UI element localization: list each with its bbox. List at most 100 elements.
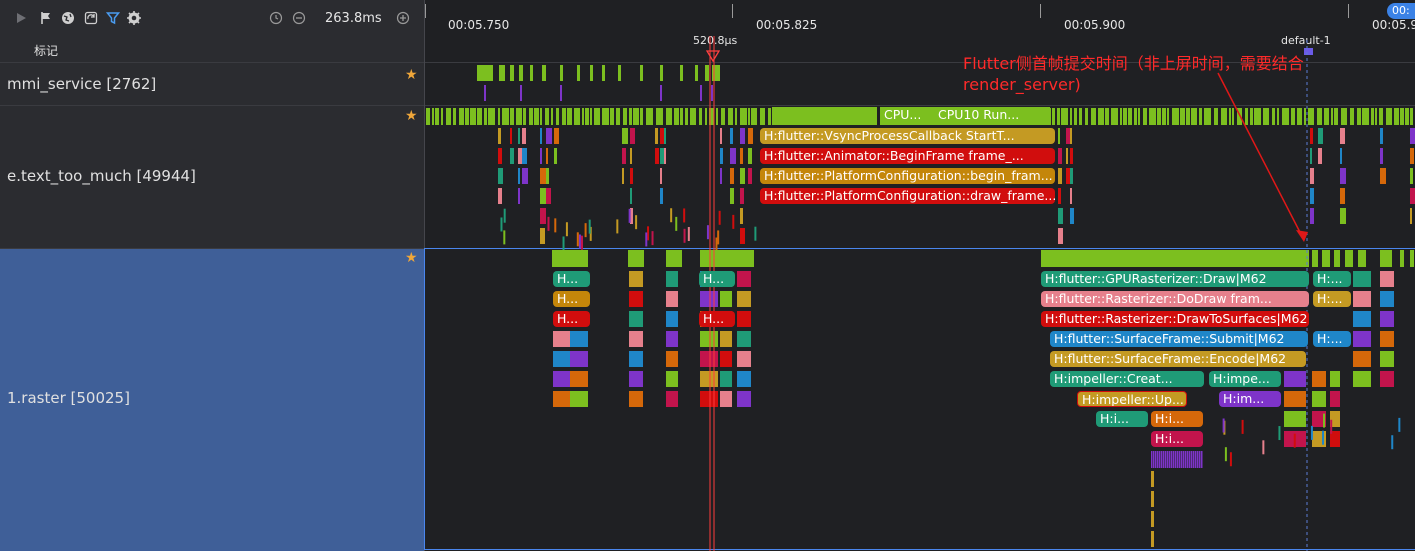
ui-mark	[683, 208, 686, 223]
ui-slice[interactable]: H:flutter::PlatformConfiguration::draw_f…	[760, 188, 1055, 204]
ui-mark	[1410, 168, 1413, 184]
raster-mark	[737, 311, 751, 327]
cpu-run-mark	[1162, 108, 1166, 125]
ui-mark	[1070, 148, 1073, 164]
raster-slice[interactable]: H...	[699, 271, 735, 287]
raster-slice[interactable]: H:flutter::Rasterizer::DrawToSurfaces|M6…	[1041, 311, 1309, 327]
cpu-run-mark	[1199, 108, 1202, 125]
raster-slice[interactable]: H:i...	[1151, 411, 1203, 427]
raster-mark	[1153, 451, 1155, 468]
cpu-run-mark	[735, 108, 737, 125]
raster-mark	[629, 331, 643, 347]
ui-mark	[660, 188, 663, 204]
raster-mark	[1193, 451, 1195, 468]
ui-mark	[748, 168, 752, 184]
raster-slice[interactable]: H:...	[1313, 331, 1351, 347]
raster-mark	[720, 391, 732, 407]
cpu-run-mark	[1214, 108, 1218, 125]
cpu-run-mark	[1167, 108, 1169, 125]
ui-mark	[547, 216, 550, 231]
ui-mark	[717, 230, 720, 245]
cpu-run-mark	[1186, 108, 1190, 125]
cpu-run-mark	[768, 108, 771, 125]
cpu-run-mark	[1085, 108, 1088, 125]
cpu-run-mark	[1041, 250, 1309, 267]
ui-mark	[1070, 128, 1072, 144]
ui-mark	[630, 168, 633, 184]
raster-mark	[700, 371, 718, 387]
ui-mark	[522, 148, 527, 164]
cpu-run-mark	[1229, 108, 1231, 125]
raster-slice[interactable]: H:flutter::Rasterizer::DoDraw fram...	[1041, 291, 1309, 307]
cpu-slice[interactable]: CPU10 Run...	[934, 107, 1052, 123]
raster-mark	[1181, 451, 1183, 468]
raster-mark	[1189, 451, 1191, 468]
cpu-slice[interactable]: CPU...	[880, 107, 934, 123]
cpu-run-mark	[1091, 108, 1096, 125]
cpu-run-mark	[1221, 108, 1227, 125]
cpu-run-mark	[760, 108, 765, 125]
raster-mark	[1151, 471, 1154, 487]
cpu-run-mark	[680, 65, 683, 81]
raster-slice[interactable]: H...	[553, 311, 590, 327]
ui-mark	[546, 188, 551, 204]
raster-mark	[1322, 430, 1325, 445]
raster-slice[interactable]: H:im...	[1219, 391, 1281, 407]
raster-slice[interactable]: H...	[553, 291, 590, 307]
cpu-run-mark	[1180, 108, 1185, 125]
annotation-line: render_server)	[963, 75, 1081, 94]
ui-mark	[1310, 148, 1312, 164]
cpu-run-mark	[633, 108, 639, 125]
thread-mark	[711, 85, 713, 101]
cpu-run-mark	[1308, 108, 1314, 125]
raster-slice[interactable]: H:impeller::Up...	[1077, 391, 1187, 407]
ui-mark	[540, 188, 546, 204]
cpu-run-mark	[529, 108, 533, 125]
cpu-run-mark	[1191, 108, 1197, 125]
ui-slice[interactable]: H:flutter::Animator::BeginFrame frame_..…	[760, 148, 1055, 164]
ui-mark	[540, 128, 542, 144]
ui-mark	[1340, 208, 1346, 224]
cpu-run-mark	[551, 108, 553, 125]
ui-slice[interactable]: H:flutter::VsyncProcessCallback StartT..…	[760, 128, 1055, 144]
raster-mark	[1185, 451, 1187, 468]
ui-mark	[740, 188, 744, 204]
ui-mark	[522, 128, 526, 144]
raster-mark	[737, 391, 751, 407]
cpu-run-mark	[567, 108, 572, 125]
cpu-run-mark	[1322, 250, 1330, 267]
cpu-run-mark	[465, 108, 469, 125]
raster-mark	[1151, 491, 1154, 507]
raster-slice[interactable]: H:...	[1313, 291, 1351, 307]
ui-mark	[554, 128, 559, 144]
raster-slice[interactable]: H:i...	[1096, 411, 1148, 427]
raster-slice[interactable]: H:flutter::SurfaceFrame::Encode|M62	[1050, 351, 1306, 367]
raster-slice[interactable]: H:...	[1313, 271, 1351, 287]
cpu-run-mark	[562, 108, 566, 125]
cpu-run-mark	[690, 108, 696, 125]
raster-slice[interactable]: H...	[699, 311, 735, 327]
ui-mark	[1058, 228, 1063, 244]
raster-slice[interactable]: H:i...	[1151, 431, 1203, 447]
cpu-run-mark	[656, 108, 663, 125]
thread-mark	[520, 85, 522, 101]
raster-slice[interactable]: H:flutter::GPURasterizer::Draw|M62	[1041, 271, 1309, 287]
raster-slice[interactable]: H:impeller::Creat...	[1050, 371, 1204, 387]
ui-mark	[664, 148, 666, 164]
cpu-run-mark	[530, 65, 533, 81]
raster-mark	[1187, 451, 1189, 468]
raster-slice[interactable]: H...	[553, 271, 590, 287]
raster-mark	[1398, 417, 1401, 432]
ui-slice[interactable]: H:flutter::PlatformConfiguration::begin_…	[760, 168, 1055, 184]
raster-slice[interactable]: H:flutter::SurfaceFrame::Submit|M62	[1050, 331, 1308, 347]
cpu-run-mark	[1123, 108, 1127, 125]
ui-mark	[622, 168, 624, 184]
raster-mark	[1159, 451, 1161, 468]
cpu-run-mark	[1277, 108, 1279, 125]
ui-mark	[562, 236, 565, 251]
cpu-run-mark	[1358, 250, 1366, 267]
ui-mark	[630, 188, 632, 204]
raster-slice[interactable]: H:impe...	[1209, 371, 1281, 387]
cpu-run-mark	[629, 108, 632, 125]
raster-mark	[737, 331, 751, 347]
